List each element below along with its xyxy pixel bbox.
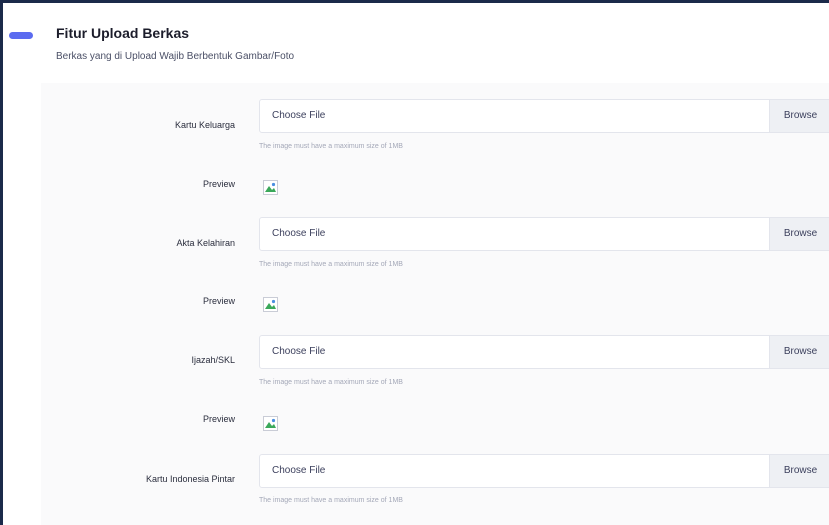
broken-image-icon <box>263 180 278 195</box>
preview-label: Preview <box>202 296 235 306</box>
field-label-kartu-keluarga: Kartu Keluarga <box>174 120 235 130</box>
section-subtitle: Berkas yang di Upload Wajib Berbentuk Ga… <box>56 51 295 62</box>
field-label-kartu-indonesia-pintar: Kartu Indonesia Pintar <box>145 474 235 484</box>
browse-button[interactable]: Browse <box>769 336 829 368</box>
preview-label: Preview <box>202 179 235 189</box>
file-size-hint: The image must have a maximum size of 1M… <box>259 497 403 504</box>
browse-button[interactable]: Browse <box>769 100 829 132</box>
file-input-text: Choose File <box>272 465 326 476</box>
field-label-ijazah-skl: Ijazah/SKL <box>191 355 235 365</box>
file-input-kartu-keluarga[interactable]: Choose File Browse <box>259 99 829 133</box>
section-title: Fitur Upload Berkas <box>56 25 190 41</box>
broken-image-icon <box>263 416 278 431</box>
preview-label: Preview <box>202 414 235 424</box>
browse-button[interactable]: Browse <box>769 455 829 487</box>
file-input-text: Choose File <box>272 228 326 239</box>
file-size-hint: The image must have a maximum size of 1M… <box>259 379 403 386</box>
browse-button[interactable]: Browse <box>769 218 829 250</box>
broken-image-icon <box>263 297 278 312</box>
upload-card: Fitur Upload Berkas Berkas yang di Uploa… <box>0 0 829 525</box>
file-size-hint: The image must have a maximum size of 1M… <box>259 143 403 150</box>
file-input-text: Choose File <box>272 110 326 121</box>
field-label-akta-kelahiran: Akta Kelahiran <box>176 238 235 248</box>
file-input-akta-kelahiran[interactable]: Choose File Browse <box>259 217 829 251</box>
file-input-kartu-indonesia-pintar[interactable]: Choose File Browse <box>259 454 829 488</box>
section-accent-bar <box>9 32 33 39</box>
file-input-text: Choose File <box>272 346 326 357</box>
file-size-hint: The image must have a maximum size of 1M… <box>259 261 403 268</box>
file-input-ijazah-skl[interactable]: Choose File Browse <box>259 335 829 369</box>
upload-form: Kartu Keluarga Choose File Browse The im… <box>41 83 829 525</box>
